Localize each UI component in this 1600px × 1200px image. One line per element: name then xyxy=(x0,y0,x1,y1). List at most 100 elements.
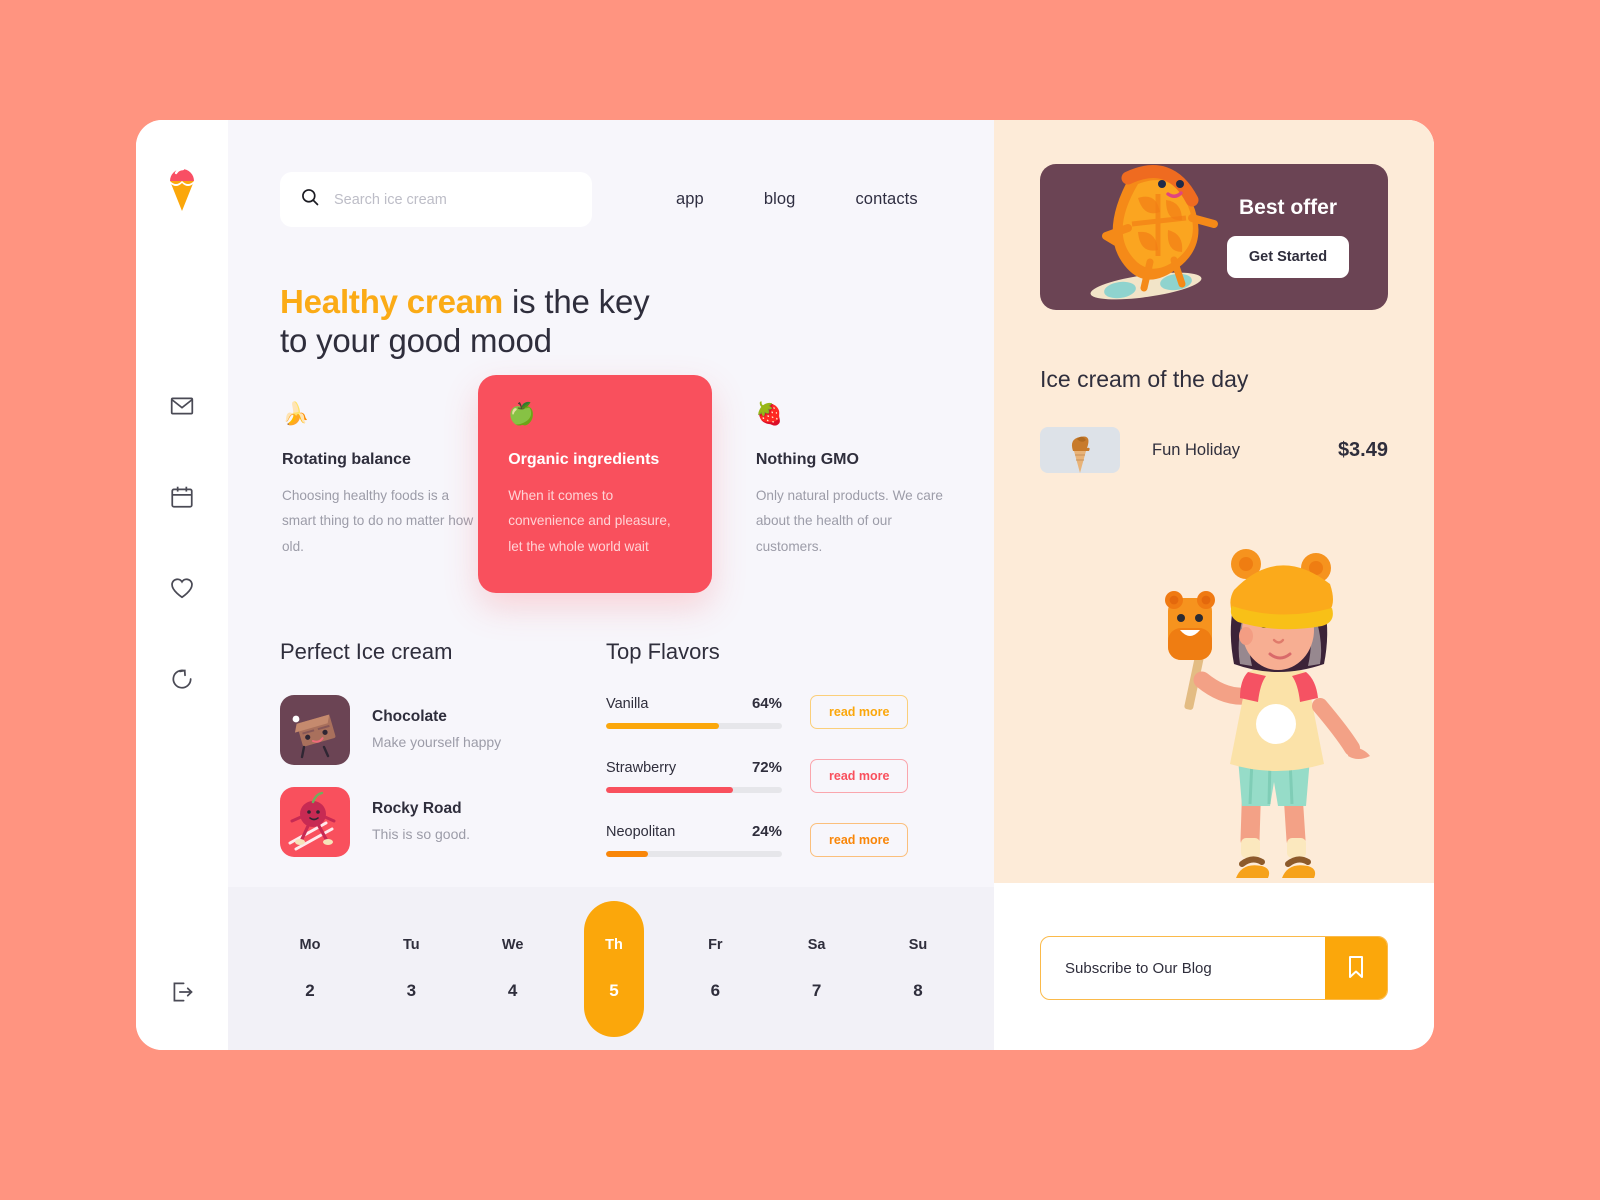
day-date: 7 xyxy=(811,980,822,1000)
day-date: 5 xyxy=(609,980,619,1000)
flavor-row-neopolitan: Neopolitan 24% read more xyxy=(606,823,950,858)
right-panel: Best offer Get Started Ice cream of the … xyxy=(994,120,1434,1050)
flavor-percent: 72% xyxy=(751,759,782,777)
header: app blog contacts xyxy=(280,172,950,227)
flavor-row-strawberry: Strawberry 72% read more xyxy=(606,759,950,794)
main-content: app blog contacts Healthy cream is the k… xyxy=(228,120,994,1050)
product-desc: Make yourself happy xyxy=(372,734,502,751)
day-date: 3 xyxy=(406,980,417,1000)
section-title: Perfect Ice cream xyxy=(280,639,453,665)
logout-icon xyxy=(169,979,195,1005)
search-input[interactable] xyxy=(334,191,572,208)
day-name: Fr xyxy=(708,936,723,953)
list-item[interactable]: Chocolate Make yourself happy xyxy=(280,695,572,766)
calendar-strip: Mo 2 Tu 3 We 4 Th 5 Fr 6 Sa 7 Su 8 xyxy=(228,887,994,1050)
progress-track xyxy=(606,723,782,730)
sidebar-nav xyxy=(168,392,196,978)
flavor-percent: 24% xyxy=(751,823,782,841)
product-desc: This is so good. xyxy=(372,826,471,843)
nav-item-contacts[interactable]: contacts xyxy=(855,190,917,209)
top-nav: app blog contacts xyxy=(676,190,918,209)
hero-highlight: Healthy cream xyxy=(280,283,504,320)
chocolate-bar-illustration xyxy=(280,695,350,766)
day-date: 6 xyxy=(710,980,721,1000)
calendar-day-tu[interactable]: Tu 3 xyxy=(381,915,441,1023)
day-date: 2 xyxy=(305,980,315,1000)
sidebar-item-favorites[interactable] xyxy=(168,574,196,602)
apple-icon: 🍏 xyxy=(508,400,536,426)
calendar-day-su[interactable]: Su 8 xyxy=(888,915,948,1023)
flavor-bar: Vanilla 64% xyxy=(606,695,782,730)
progress-fill xyxy=(606,787,733,794)
app-window: app blog contacts Healthy cream is the k… xyxy=(136,120,1434,1050)
feature-cards: 🍌 Rotating balance Choosing healthy food… xyxy=(280,374,950,594)
read-more-button[interactable]: read more xyxy=(810,695,909,730)
subscribe-input[interactable] xyxy=(1041,937,1325,999)
progress-track xyxy=(606,851,782,858)
daily-item-row[interactable]: Fun Holiday $3.49 xyxy=(1040,427,1388,473)
search-bar[interactable] xyxy=(280,172,592,227)
sidebar-item-history[interactable] xyxy=(168,665,196,693)
progress-track xyxy=(606,787,782,794)
refresh-icon xyxy=(169,666,195,692)
sidebar-item-logout[interactable] xyxy=(168,978,196,1006)
progress-fill xyxy=(606,723,719,730)
ice-cream-cone-photo xyxy=(1040,427,1120,473)
product-name: Rocky Road xyxy=(372,800,462,818)
day-date: 8 xyxy=(913,980,923,1000)
perfect-ice-cream-section: Perfect Ice cream Chocolate Make yoursel… xyxy=(280,639,572,887)
feature-body: Choosing healthy foods is a smart thing … xyxy=(282,487,474,554)
flavor-percent: 64% xyxy=(751,695,782,713)
feature-body: When it comes to convenience and pleasur… xyxy=(508,487,671,554)
list-item[interactable]: Rocky Road This is so good. xyxy=(280,787,572,858)
bookmark-icon xyxy=(1345,954,1367,983)
day-name: Th xyxy=(605,936,623,953)
lower-section: Perfect Ice cream Chocolate Make yoursel… xyxy=(280,639,950,887)
flavor-name: Vanilla xyxy=(606,696,649,713)
calendar-icon xyxy=(169,484,195,510)
daily-item-price: $3.49 xyxy=(1337,438,1388,461)
calendar-day-mo[interactable]: Mo 2 xyxy=(280,915,340,1023)
progress-fill xyxy=(606,851,649,858)
feature-card-organic-ingredients[interactable]: 🍏 Organic ingredients When it comes to c… xyxy=(478,374,712,594)
subscribe-button[interactable] xyxy=(1325,937,1387,999)
read-more-button[interactable]: read more xyxy=(810,759,909,794)
feature-body: Only natural products. We care about the… xyxy=(755,487,943,554)
feature-card-rotating-balance: 🍌 Rotating balance Choosing healthy food… xyxy=(280,400,476,559)
top-flavors-section: Top Flavors Vanilla 64% read more Strawb… xyxy=(606,639,950,887)
mail-icon xyxy=(169,393,195,419)
feature-title: Nothing GMO xyxy=(755,450,859,468)
best-offer-card: Best offer Get Started xyxy=(1040,164,1388,310)
hero-line2: to your good mood xyxy=(280,321,552,359)
feature-title: Organic ingredients xyxy=(508,450,660,468)
feature-card-nothing-gmo: 🍓 Nothing GMO Only natural products. We … xyxy=(754,402,950,559)
sidebar-item-messages[interactable] xyxy=(168,392,196,420)
heart-icon xyxy=(169,575,195,601)
sidebar-item-calendar[interactable] xyxy=(168,483,196,511)
girl-with-popsicle-illustration xyxy=(1124,520,1390,900)
flavor-bar: Neopolitan 24% xyxy=(606,823,782,858)
product-name: Chocolate xyxy=(372,708,447,726)
cherry-skier-illustration xyxy=(280,787,350,858)
day-name: Sa xyxy=(807,936,826,953)
calendar-day-we[interactable]: We 4 xyxy=(483,915,543,1023)
subscribe-bar[interactable] xyxy=(1040,936,1388,1000)
section-title: Top Flavors xyxy=(606,639,720,665)
sidebar xyxy=(136,120,228,1050)
orange-slice-skateboarder-illustration xyxy=(1058,164,1248,310)
hero-rest: is the key xyxy=(503,283,650,320)
flavor-bar: Strawberry 72% xyxy=(606,759,782,794)
read-more-button[interactable]: read more xyxy=(810,823,909,858)
banana-icon: 🍌 xyxy=(282,400,310,426)
day-name: Su xyxy=(908,936,928,953)
day-name: We xyxy=(501,936,524,953)
ice-cream-of-the-day-title: Ice cream of the day xyxy=(1040,366,1249,392)
nav-item-app[interactable]: app xyxy=(676,190,704,209)
nav-item-blog[interactable]: blog xyxy=(764,190,796,209)
calendar-day-th-selected[interactable]: Th 5 xyxy=(583,900,644,1037)
calendar-day-fr[interactable]: Fr 6 xyxy=(685,915,745,1023)
flavor-name: Neopolitan xyxy=(606,824,676,841)
ice-cream-cone-icon[interactable] xyxy=(165,164,199,214)
calendar-day-sa[interactable]: Sa 7 xyxy=(787,915,847,1023)
flavor-row-vanilla: Vanilla 64% read more xyxy=(606,695,950,730)
